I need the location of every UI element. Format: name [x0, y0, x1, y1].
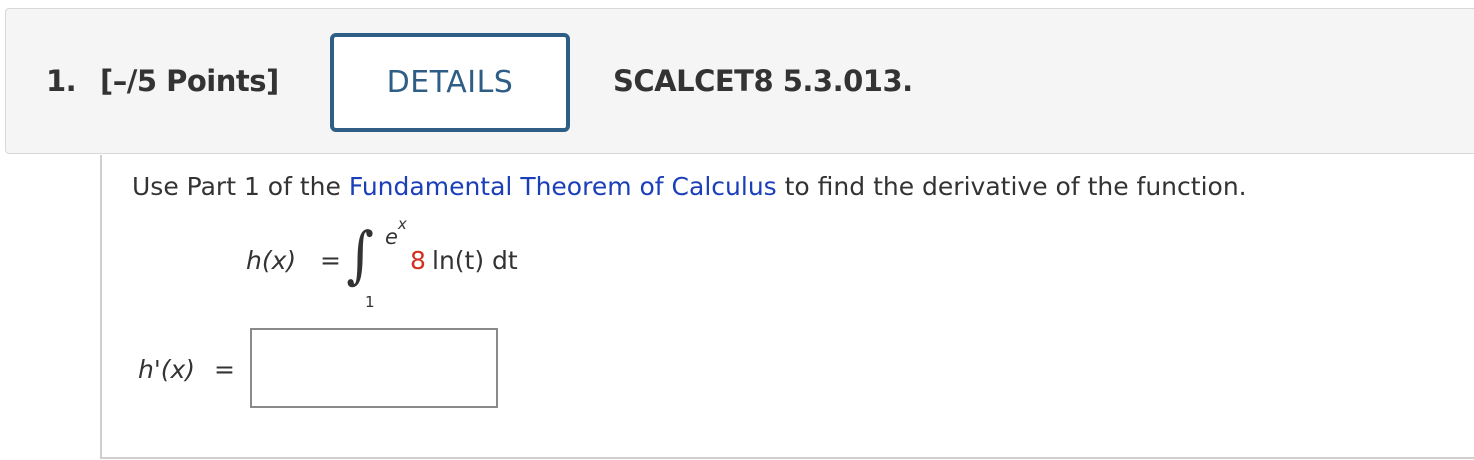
- equals-sign: =: [320, 246, 341, 275]
- question-instruction: Use Part 1 of the Fundamental Theorem of…: [132, 172, 1247, 201]
- question-number: 1.: [46, 64, 77, 98]
- upper-limit-exponent: x: [397, 215, 407, 233]
- function-name: h(x): [246, 246, 297, 275]
- integrand: ln(t) dt: [432, 246, 518, 275]
- answer-label: h'(x): [138, 355, 196, 384]
- question-page: 1. [–/5 Points] DETAILS SCALCET8 5.3.013…: [0, 0, 1474, 460]
- answer-input[interactable]: [250, 328, 498, 408]
- lower-limit: 1: [365, 293, 375, 311]
- problem-code: SCALCET8 5.3.013.: [613, 64, 913, 98]
- integral-sign: ∫: [346, 218, 374, 291]
- details-button[interactable]: DETAILS: [330, 33, 570, 132]
- upper-limit-base: e: [385, 225, 398, 249]
- integrand-coefficient: 8: [410, 246, 426, 275]
- points-label: [–/5 Points]: [100, 64, 279, 98]
- details-button-label: DETAILS: [386, 65, 514, 100]
- instruction-suffix: to find the derivative of the function.: [776, 172, 1247, 201]
- ftc-link[interactable]: Fundamental Theorem of Calculus: [349, 172, 777, 201]
- instruction-prefix: Use Part 1 of the: [132, 172, 349, 201]
- upper-limit: ex: [385, 215, 407, 249]
- answer-equals-sign: =: [214, 355, 235, 384]
